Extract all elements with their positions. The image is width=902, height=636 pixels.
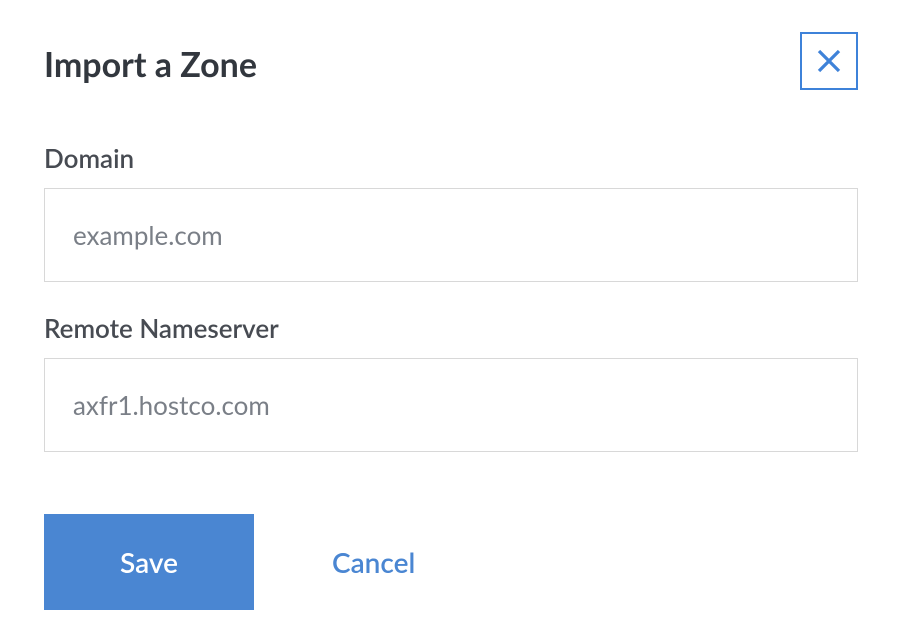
dialog-actions: Save Cancel <box>44 514 858 610</box>
remote-nameserver-field: Remote Nameserver <box>44 312 858 452</box>
domain-label: Domain <box>44 142 858 174</box>
remote-nameserver-label: Remote Nameserver <box>44 312 858 344</box>
dialog-title: Import a Zone <box>44 44 257 85</box>
dialog-header: Import a Zone <box>44 44 858 90</box>
domain-input[interactable] <box>44 188 858 282</box>
close-icon <box>814 46 844 76</box>
close-button[interactable] <box>800 32 858 90</box>
save-button[interactable]: Save <box>44 514 254 610</box>
domain-field: Domain <box>44 142 858 282</box>
cancel-button[interactable]: Cancel <box>332 545 415 579</box>
remote-nameserver-input[interactable] <box>44 358 858 452</box>
import-zone-form: Domain Remote Nameserver <box>44 142 858 452</box>
